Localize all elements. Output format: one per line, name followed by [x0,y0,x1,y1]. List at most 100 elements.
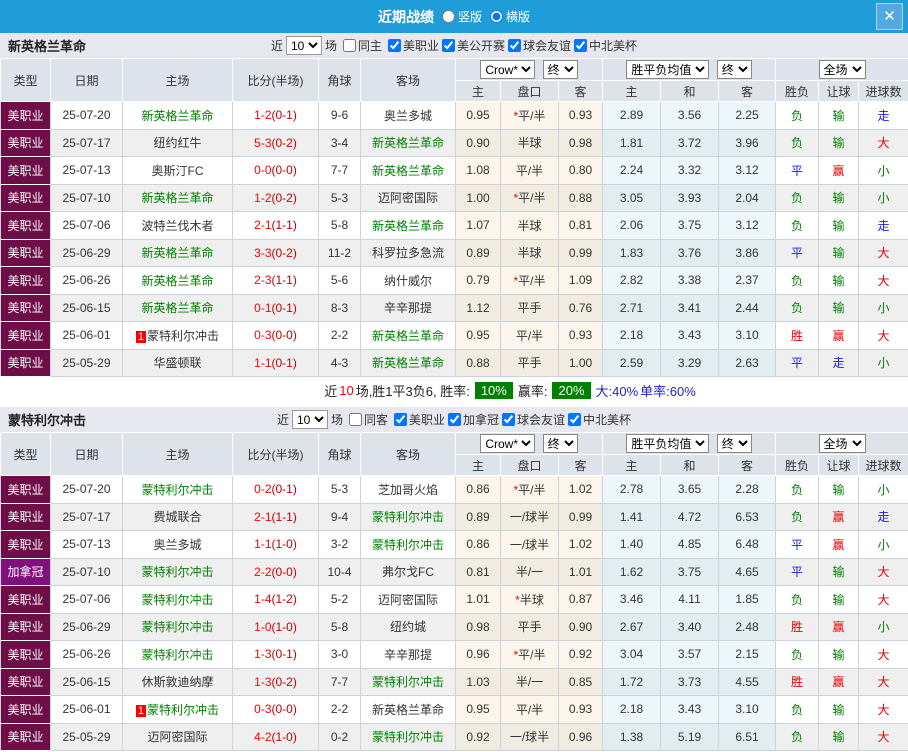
handicap-name: 平手 [517,301,542,316]
result-cell: 平 [775,530,820,559]
score-cell: 2-1(1-1) [232,502,319,531]
goals-result-cell: 走 [858,101,908,130]
scope-select[interactable]: 全场 [818,434,866,453]
half-score: (0-1) [271,647,297,662]
same-side-filter[interactable]: 同客 [348,411,388,428]
odds-time-select[interactable]: 终 [542,434,578,453]
handicap-name: 一/球半 [509,537,550,552]
league-checkbox[interactable] [442,38,455,52]
avg-home-cell: 2.24 [602,156,662,185]
layout-radio-horizontal[interactable]: 横版 [490,8,530,25]
handicap-name: 平/半 [518,108,546,123]
league-checkbox[interactable] [574,38,588,52]
half-score: (1-0) [271,619,297,634]
half-score: (0-1) [271,300,297,315]
close-icon: ✕ [883,8,896,25]
same-side-checkbox[interactable] [348,413,362,426]
full-score: 4-2 [254,729,272,744]
league-filter[interactable]: 美职业 [387,37,439,54]
home-team-cell: 蒙特利尔冲击 [122,612,233,641]
home-odds-cell: 0.98 [455,612,501,641]
match-date: 25-06-26 [50,640,123,669]
goals-result-cell: 小 [858,156,908,185]
odds-source-select[interactable]: Crow* [480,60,536,79]
full-score: 2-1 [254,509,272,524]
match-row: 美职业 25-06-15 新英格兰革命 0-1(0-1) 8-3 辛辛那提 1.… [0,293,908,322]
matches-table-2: 类型 日期 主场 比分(半场) 角球 客场 Crow* 终 胜平负均值 终 全场… [0,432,908,751]
league-filter[interactable]: 加拿冠 [448,411,499,428]
odds-time-select[interactable]: 终 [542,60,578,79]
away-team-cell: 辛辛那提 [360,293,456,322]
vertical-radio-label: 竖版 [457,10,482,24]
league-checkbox[interactable] [502,412,516,426]
avg-time-select[interactable]: 终 [716,434,752,453]
avg-group-header: 胜平负均值 终 [602,432,777,455]
away-team-cell: 辛辛那提 [360,640,456,669]
avg-time-select[interactable]: 终 [716,60,752,79]
home-odds-cell: 1.03 [455,667,501,696]
goals-result-cell: 走 [858,502,908,531]
result-cell: 负 [775,128,820,157]
goals-result-cell: 小 [858,475,908,504]
league-checkbox[interactable] [393,412,407,426]
match-row: 美职业 25-07-10 新英格兰革命 1-2(0-2) 5-3 迈阿密国际 1… [0,183,908,212]
home-team-name: 蒙特利尔冲击 [147,328,220,343]
league-filter[interactable]: 中北美杯 [574,37,637,54]
matches-label: 场 [324,39,337,53]
league-filter[interactable]: 美公开赛 [442,37,505,54]
handicap-cell: 平手 [500,612,559,641]
handicap-cell: *平/半 [500,266,559,295]
layout-radio-vertical[interactable]: 竖版 [441,8,482,25]
league-checkbox[interactable] [387,38,401,52]
league-label: 加拿冠 [463,412,500,427]
close-button[interactable]: ✕ [876,3,903,30]
score-cell: 2-3(1-1) [232,266,319,295]
avg-odds-select[interactable]: 胜平负均值 [626,60,710,79]
league-type-cell: 加拿冠 [0,557,51,586]
vertical-radio[interactable] [441,10,455,23]
home-team-cell: 蒙特利尔冲击 [122,557,233,586]
corners-cell: 5-3 [318,183,361,212]
away-odds-cell: 0.88 [557,183,604,212]
league-checkbox[interactable] [448,412,461,426]
goals-result-cell: 大 [858,722,908,751]
horizontal-radio[interactable] [490,10,503,23]
match-date: 25-07-13 [50,156,123,185]
home-team-name: 奥斯汀FC [151,163,204,178]
goals-result-cell: 大 [858,667,908,696]
col-odds-home: 主 [455,80,501,102]
handicap-name: 半球 [517,246,542,261]
same-side-checkbox[interactable] [342,39,356,52]
away-team-name: 蒙特利尔冲击 [371,510,444,525]
avg-odds-select[interactable]: 胜平负均值 [626,434,710,453]
away-team-name: 新英格兰革命 [371,218,444,233]
match-row: 美职业 25-07-06 蒙特利尔冲击 1-4(1-2) 5-2 迈阿密国际 1… [0,585,908,614]
league-filter[interactable]: 球会友谊 [502,411,565,428]
near-count-select[interactable]: 10 [291,410,328,429]
handicap-name: 半/一 [515,675,544,690]
handicap-cell: 一/球半 [500,530,559,559]
league-filter[interactable]: 中北美杯 [568,411,631,428]
away-odds-cell: 0.90 [557,612,604,641]
avg-away-cell: 3.10 [718,695,777,724]
league-checkbox[interactable] [568,412,582,426]
league-type-cell: 美职业 [0,475,51,504]
odds-source-select[interactable]: Crow* [480,434,536,453]
handicap-name: 平手 [517,356,542,371]
handicap-name: 平/半 [518,273,546,288]
league-filter[interactable]: 美职业 [393,411,445,428]
avg-home-cell: 2.18 [602,695,662,724]
league-filter[interactable]: 球会友谊 [508,37,571,54]
league-type-cell: 美职业 [0,211,51,240]
full-score: 1-1 [254,355,272,370]
col-handicap: 盘口 [500,80,559,102]
full-score: 1-2 [254,190,272,205]
away-team-name: 辛辛那提 [383,301,432,316]
league-checkbox[interactable] [508,38,522,52]
scope-select[interactable]: 全场 [818,60,866,79]
same-side-filter[interactable]: 同主 [342,37,382,54]
near-count-select[interactable]: 10 [285,36,322,55]
match-date: 25-07-20 [50,101,123,130]
red-card-badge: 1 [135,704,147,717]
red-card-badge: 1 [135,330,147,343]
